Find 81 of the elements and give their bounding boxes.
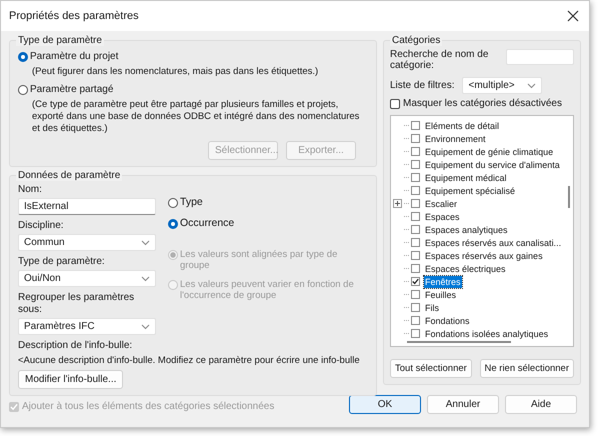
checkbox[interactable] <box>411 160 420 169</box>
window-title: Propriétés des paramètres <box>9 10 139 22</box>
radio-button[interactable] <box>18 52 28 62</box>
checkbox[interactable] <box>411 186 420 195</box>
field-label: Recherche de nom de catégorie: <box>390 49 490 71</box>
search-field[interactable] <box>506 49 574 65</box>
checkbox[interactable] <box>411 251 420 260</box>
tree-item[interactable]: Espaces électriques <box>424 262 507 274</box>
radio-label: Les valeurs sont alignées par type de groupe <box>180 249 338 271</box>
checkbox-label: Ajouter à tous les éléments des catégories sélectionnées <box>22 401 274 412</box>
chevron-down-icon <box>141 276 150 282</box>
checkbox-label: Masquer les catégories désactivées <box>403 98 562 109</box>
field-label: Liste de filtres: <box>390 80 454 91</box>
group-legend: Catégories <box>390 35 442 46</box>
dropdown[interactable]: Oui/Non <box>18 270 156 287</box>
tree-item[interactable]: Equipement du service d'alimenta <box>424 158 561 170</box>
radio-label: Occurrence <box>180 217 234 229</box>
dropdown[interactable]: <multiple> <box>462 77 542 94</box>
tree-item[interactable]: Espaces réservés aux canalisati... <box>424 236 562 248</box>
field-label: Discipline: <box>18 220 65 232</box>
scrollbar-thumb[interactable] <box>568 186 570 208</box>
field-label: Nom: <box>18 184 43 196</box>
checkbox[interactable] <box>411 264 420 273</box>
tree-item[interactable]: Escalier <box>424 198 458 210</box>
group-legend: Données de paramètre <box>16 170 122 181</box>
checkbox[interactable] <box>411 121 420 130</box>
tree-item[interactable]: Fenêtres <box>424 276 462 288</box>
tree-item[interactable]: Eléments de détail <box>424 120 500 132</box>
checkbox[interactable] <box>411 329 420 338</box>
group-legend: Type de paramètre <box>16 35 104 46</box>
field-label: Regrouper les paramètres sous: <box>18 292 136 316</box>
checkbox[interactable] <box>411 212 420 221</box>
tree-item[interactable]: Feuilles <box>424 288 458 300</box>
tree-item[interactable]: Equipement spécialisé <box>424 184 516 196</box>
scrollbar-thumb[interactable] <box>407 341 511 343</box>
checkbox[interactable] <box>411 303 420 312</box>
radio-button[interactable] <box>168 198 178 208</box>
checkbox[interactable] <box>411 173 420 182</box>
tree-item[interactable]: Fondations <box>424 314 471 326</box>
radio-button[interactable] <box>168 218 178 228</box>
tooltip-description: <Aucune description d'info-bulle. Modifiez ce paramètre pour écrire une info-bulle <box>18 355 361 366</box>
radio-label: Paramètre du projet <box>30 51 118 62</box>
tree-item[interactable]: Espaces réservés aux gaines <box>424 250 544 262</box>
checkbox[interactable] <box>411 238 420 247</box>
dialog-button[interactable]: Aide <box>505 395 577 414</box>
checkbox[interactable] <box>390 98 400 108</box>
expand-icon[interactable] <box>393 199 402 208</box>
chevron-down-icon <box>141 324 150 330</box>
radio-label: Les valeurs peuvent varier en fonction de l'occurrence de groupe <box>180 279 355 301</box>
tree-item[interactable]: Espaces analytiques <box>424 224 509 236</box>
tree-item[interactable]: Environnement <box>424 132 487 144</box>
tree-item[interactable]: Equipement médical <box>424 172 508 184</box>
radio-label: Type <box>180 196 203 208</box>
tree-item[interactable]: Espaces <box>424 210 461 222</box>
chevron-down-icon <box>527 82 536 88</box>
tree-item[interactable]: Equipement de génie climatique <box>424 146 554 158</box>
radio-label: Paramètre partagé <box>30 84 114 95</box>
dialog-button[interactable]: Annuler <box>427 395 499 414</box>
option-description: (Ce type de paramètre peut être partagé par plusieurs familles et projets, exporté dans une base de données ODBC et intégré dans des nomenclatures et des étiquettes.) <box>32 99 360 135</box>
checkbox[interactable] <box>411 199 420 208</box>
dropdown[interactable]: Commun <box>18 234 156 251</box>
close-icon[interactable] <box>567 10 579 22</box>
tree-item[interactable]: Fils <box>424 302 440 314</box>
select-button[interactable]: Ne rien sélectionner <box>480 359 574 378</box>
checkbox[interactable] <box>411 290 420 299</box>
tree-item[interactable]: Fondations isolées analytiques <box>424 328 550 340</box>
dropdown[interactable]: Paramètres IFC <box>18 318 156 335</box>
field-label: Type de paramètre: <box>18 256 106 268</box>
option-description: (Peut figurer dans les nomenclatures, mais pas dans les étiquettes.) <box>32 66 320 78</box>
edit-tooltip-button[interactable]: Modifier l'info-bulle... <box>18 370 124 389</box>
checkbox[interactable] <box>411 147 420 156</box>
field-label: Description de l'info-bulle: <box>18 340 132 351</box>
checkbox[interactable] <box>411 225 420 234</box>
radio-button[interactable] <box>18 85 28 95</box>
checkbox[interactable] <box>411 134 420 143</box>
checkbox[interactable] <box>411 277 420 286</box>
dialog-button[interactable]: OK <box>349 395 421 414</box>
chevron-down-icon <box>141 240 150 246</box>
select-button[interactable]: Tout sélectionner <box>390 359 472 378</box>
text-field[interactable]: IsExternal <box>18 198 156 215</box>
checkbox[interactable] <box>411 316 420 325</box>
